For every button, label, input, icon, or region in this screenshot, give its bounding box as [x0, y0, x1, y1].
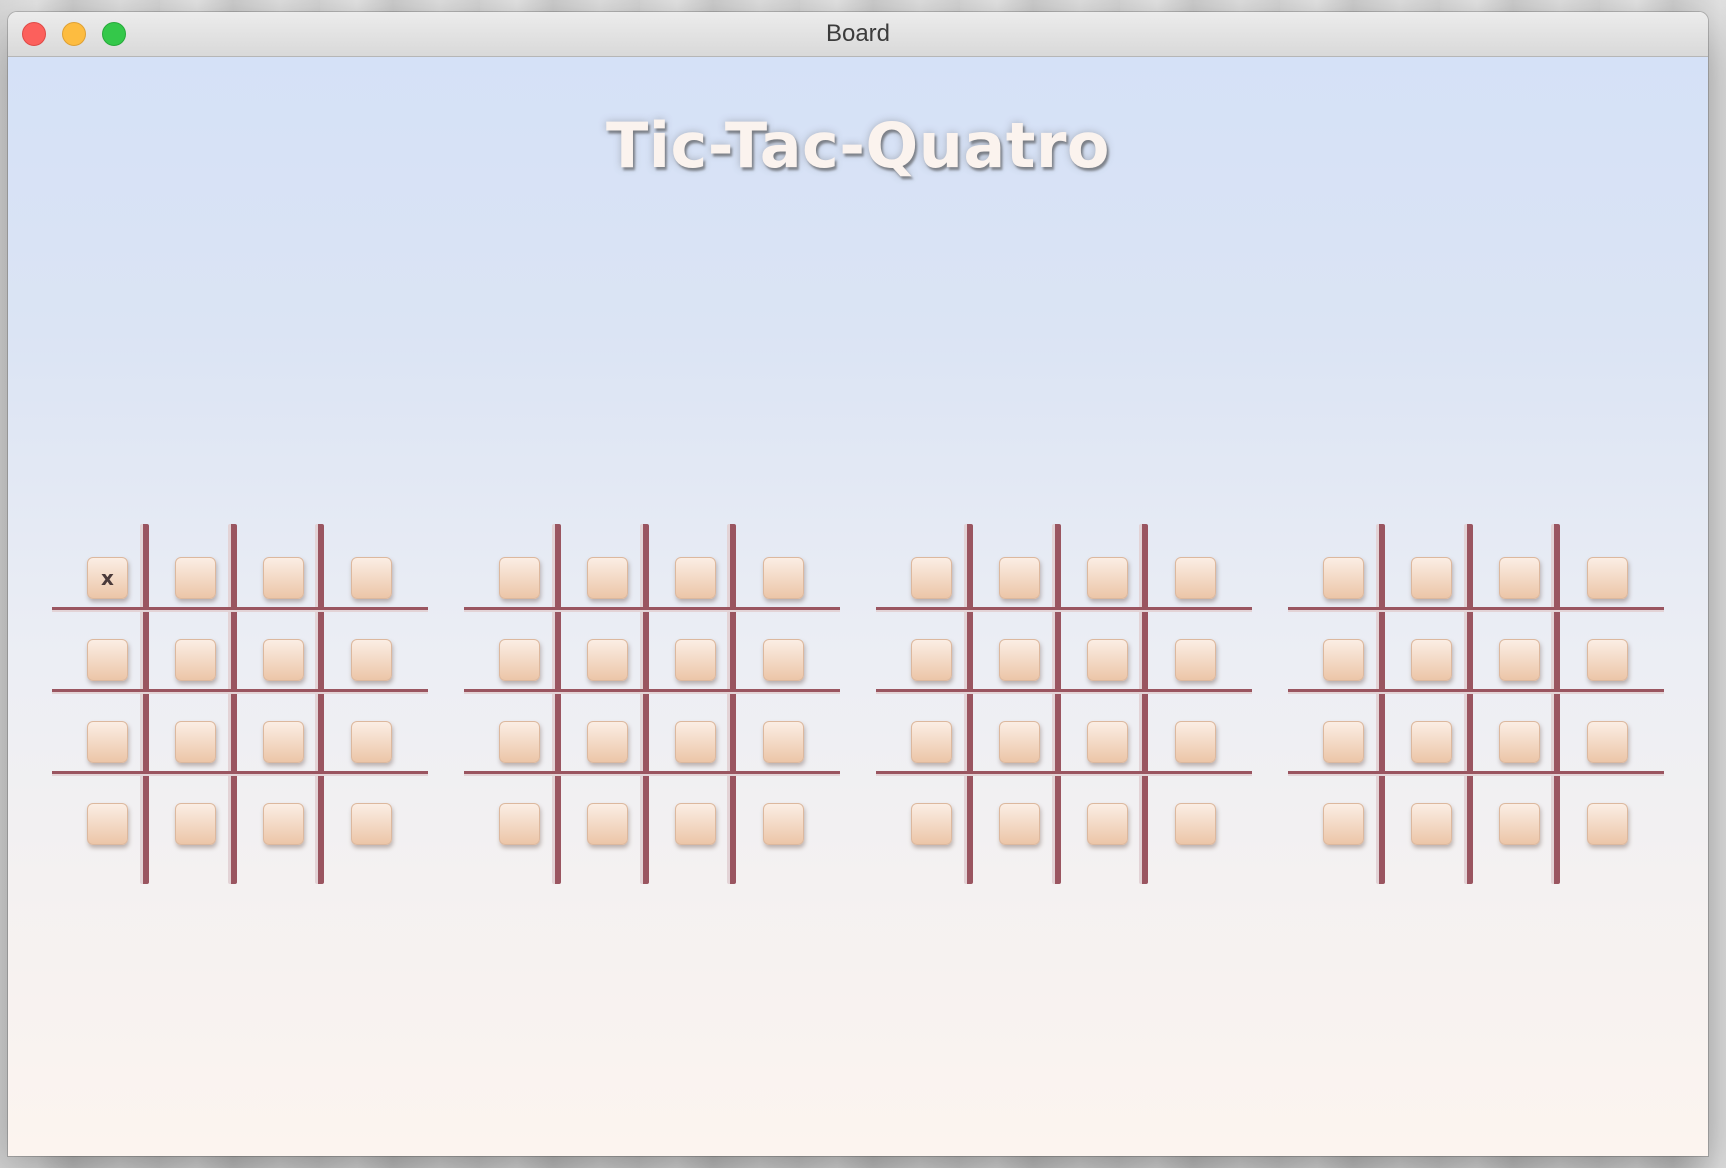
grid-line-vertical [1464, 524, 1473, 884]
grid-line-horizontal [1288, 689, 1664, 694]
board-cell-button[interactable] [1411, 803, 1452, 845]
board-cell-button[interactable] [1175, 721, 1216, 763]
board-cell-button[interactable] [499, 803, 540, 845]
board-cell-button[interactable] [675, 803, 716, 845]
board-cell-button[interactable] [263, 803, 304, 845]
grid-line-horizontal [52, 607, 428, 612]
board-cell-button[interactable] [175, 803, 216, 845]
board-cell-button[interactable] [1587, 803, 1628, 845]
board-cell-button[interactable] [351, 557, 392, 599]
board-cell-button[interactable] [499, 557, 540, 599]
board-cell-button[interactable] [263, 639, 304, 681]
board-cell-button[interactable] [1587, 557, 1628, 599]
game-title: Tic-Tac-Quatro [605, 109, 1111, 182]
board-cell-button[interactable] [675, 639, 716, 681]
board-cell-button[interactable] [1323, 803, 1364, 845]
grid-line-horizontal [464, 607, 840, 612]
grid-line-vertical [964, 524, 973, 884]
board-cell-button[interactable] [263, 557, 304, 599]
board-cell-button[interactable] [1087, 639, 1128, 681]
board-cell-button[interactable] [999, 721, 1040, 763]
grid-line-vertical [1139, 524, 1148, 884]
board-cell-button[interactable] [1087, 557, 1128, 599]
board-cell-button[interactable] [999, 557, 1040, 599]
board-cell-button[interactable] [587, 803, 628, 845]
board-cell-button[interactable] [1175, 639, 1216, 681]
grid-line-vertical [140, 524, 149, 884]
grid-line-vertical [640, 524, 649, 884]
board-cell-button[interactable] [1087, 721, 1128, 763]
board-cell-button[interactable] [499, 639, 540, 681]
board-cell-button[interactable] [999, 639, 1040, 681]
board-cell-button[interactable] [1411, 639, 1452, 681]
board-cell-button[interactable] [1323, 639, 1364, 681]
board-cell-button[interactable] [763, 557, 804, 599]
board-cell-button[interactable] [351, 721, 392, 763]
board-cell-button[interactable] [999, 803, 1040, 845]
board-cell-button[interactable] [175, 639, 216, 681]
grid-line-vertical [552, 524, 561, 884]
board-cell-button[interactable] [1587, 639, 1628, 681]
grid-line-horizontal [876, 771, 1252, 776]
grid-line-horizontal [464, 771, 840, 776]
grid-line-horizontal [464, 689, 840, 694]
board-cell-button[interactable] [1411, 721, 1452, 763]
app-window: Board Tic-Tac-Quatro x [8, 12, 1708, 1156]
board-cell-button[interactable] [1499, 639, 1540, 681]
board-cell-button[interactable] [763, 721, 804, 763]
grid-line-vertical [727, 524, 736, 884]
board-cell-button[interactable] [911, 557, 952, 599]
board-cell-button[interactable] [675, 557, 716, 599]
board-cell-button[interactable] [911, 721, 952, 763]
board-cell-button[interactable] [1499, 721, 1540, 763]
board-cell-button[interactable] [263, 721, 304, 763]
board-cell-button[interactable] [587, 557, 628, 599]
board-cell-button[interactable] [675, 721, 716, 763]
board-cell-button[interactable] [587, 639, 628, 681]
grid-line-horizontal [1288, 607, 1664, 612]
board-cell-button[interactable] [1087, 803, 1128, 845]
board-cell-button[interactable] [1499, 557, 1540, 599]
board-cell-button[interactable] [1499, 803, 1540, 845]
grid-line-vertical [315, 524, 324, 884]
board-cell-button[interactable] [1323, 557, 1364, 599]
window-title: Board [825, 20, 891, 47]
board-cell-button[interactable] [499, 721, 540, 763]
board-cell-button[interactable] [175, 721, 216, 763]
grid-line-vertical [228, 524, 237, 884]
board-cell-button[interactable] [1587, 721, 1628, 763]
board-cell-button[interactable] [1175, 803, 1216, 845]
board-cell-button[interactable] [351, 803, 392, 845]
board-1: x [52, 524, 428, 884]
grid-line-horizontal [1288, 771, 1664, 776]
board-cell-button[interactable] [1323, 721, 1364, 763]
grid-line-vertical [1376, 524, 1385, 884]
board-cell-button[interactable] [763, 803, 804, 845]
board-cell-button[interactable] [87, 639, 128, 681]
grid-line-horizontal [876, 689, 1252, 694]
board-cell-button[interactable] [763, 639, 804, 681]
board-cell-button[interactable] [911, 639, 952, 681]
board-cell-button[interactable] [87, 803, 128, 845]
board-cell-button[interactable] [351, 639, 392, 681]
title-bar: Board [8, 12, 1708, 57]
board-3 [876, 524, 1252, 884]
board-2 [464, 524, 840, 884]
board-cell-button[interactable] [587, 721, 628, 763]
board-cell-button[interactable] [1411, 557, 1452, 599]
board-cell-button[interactable] [911, 803, 952, 845]
board-cell-button[interactable] [87, 721, 128, 763]
grid-line-vertical [1052, 524, 1061, 884]
game-area: Tic-Tac-Quatro x [8, 57, 1708, 1156]
board-4 [1288, 524, 1664, 884]
grid-line-vertical [1551, 524, 1560, 884]
grid-line-horizontal [52, 689, 428, 694]
board-cell-button[interactable] [175, 557, 216, 599]
board-cell-button[interactable] [1175, 557, 1216, 599]
board-cell-button[interactable]: x [87, 557, 128, 599]
grid-line-horizontal [876, 607, 1252, 612]
grid-line-horizontal [52, 771, 428, 776]
